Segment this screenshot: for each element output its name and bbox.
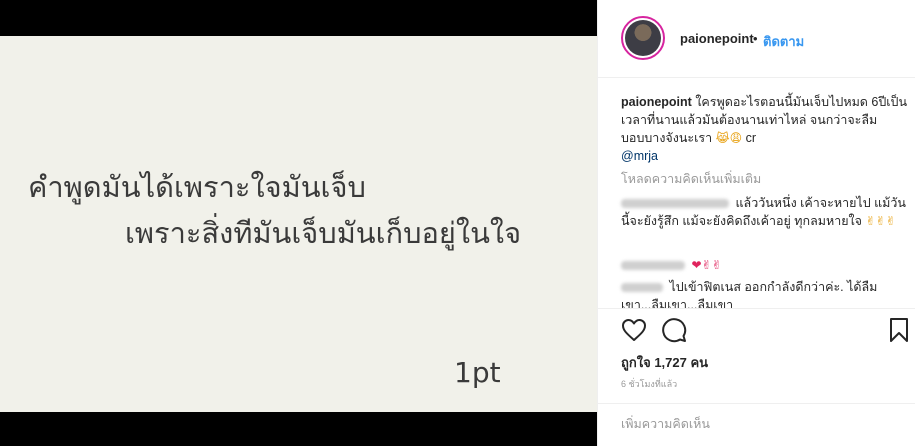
post-caption: paionepoint ใครพูดอะไรตอนนี้มันเจ็บไปหมด… xyxy=(621,93,911,165)
load-more-comments-link[interactable]: โหลดความคิดเห็นเพิ่มเติม xyxy=(621,169,761,189)
image-text-line-2: เพราะสิ่งทีมันเจ็บมันเก็บอยู่ในใจ xyxy=(125,216,522,250)
image-text-line-1: คำพูดมันได้เพราะใจมันเจ็บ xyxy=(28,170,366,204)
comment-emoji: ✌✌✌ xyxy=(865,214,896,228)
header-username-link[interactable]: paionepoint xyxy=(680,31,754,46)
add-comment-input[interactable] xyxy=(621,414,891,434)
comment-username-redacted[interactable] xyxy=(621,261,685,271)
avatar[interactable] xyxy=(621,16,665,60)
comment-emoji: ❤✌✌ xyxy=(691,258,722,272)
post-side-panel: paionepoint • ติดตาม paionepoint ใครพูดอ… xyxy=(597,0,915,446)
follow-button[interactable]: ติดตาม xyxy=(763,31,804,52)
bookmark-icon[interactable] xyxy=(889,317,909,348)
comment-username-redacted[interactable] xyxy=(621,283,663,293)
header-separator: • xyxy=(753,31,758,46)
caption-username-link[interactable]: paionepoint xyxy=(621,95,692,109)
add-comment-bar xyxy=(598,403,915,446)
post-header: paionepoint • ติดตาม xyxy=(598,0,915,78)
comment-item: แล้ววันหนึ่ง เค้าจะหายไป แม้วันนี้จะยังร… xyxy=(621,194,911,230)
comment-username-redacted[interactable] xyxy=(621,199,729,209)
heart-icon[interactable] xyxy=(621,318,647,347)
comments-section[interactable]: paionepoint ใครพูดอะไรตอนนี้มันเจ็บไปหมด… xyxy=(598,78,915,308)
caption-emoji: 😹😩 xyxy=(715,131,743,145)
post-timestamp[interactable]: 6 ชั่วโมงที่แล้ว xyxy=(621,377,677,391)
caption-mention-link[interactable]: @mrja xyxy=(621,149,658,163)
comment-item: ❤✌✌ xyxy=(621,256,911,274)
post-image[interactable]: คำพูดมันได้เพราะใจมันเจ็บ เพราะสิ่งทีมัน… xyxy=(0,36,597,412)
caption-credit: cr xyxy=(745,131,757,145)
comment-icon[interactable] xyxy=(661,317,687,348)
post-actions: ถูกใจ 1,727 คน 6 ชั่วโมงที่แล้ว xyxy=(598,308,915,403)
likes-count[interactable]: ถูกใจ 1,727 คน xyxy=(621,352,708,373)
comment-item: ไปเข้าฟิตเนส ออกกำลังดีกว่าค่ะ. ได้ลืมเข… xyxy=(621,278,911,308)
image-signature: 1pt xyxy=(454,356,501,389)
post-media: คำพูดมันได้เพราะใจมันเจ็บ เพราะสิ่งทีมัน… xyxy=(0,0,597,446)
